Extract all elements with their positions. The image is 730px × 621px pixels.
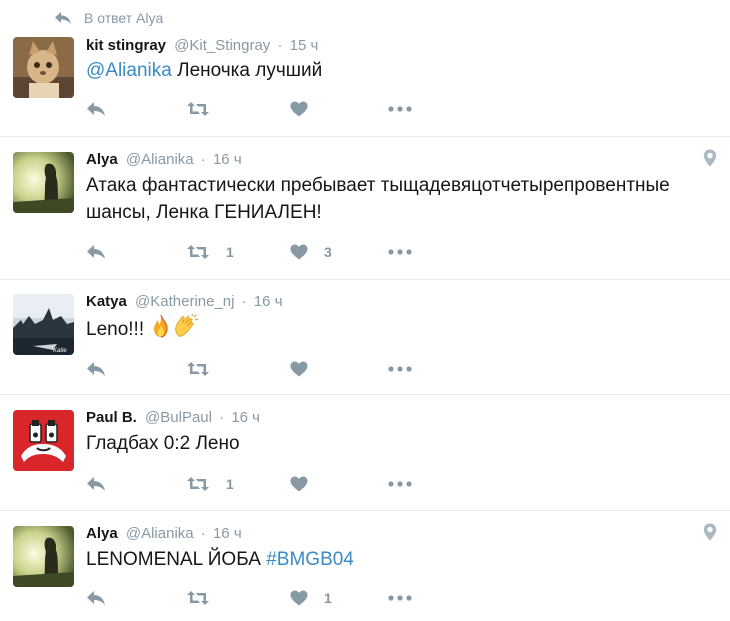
reply-icon bbox=[87, 102, 105, 116]
tweet-actions: 1 3 bbox=[86, 241, 446, 263]
retweet-count: 1 bbox=[226, 476, 234, 492]
location-pin-icon[interactable] bbox=[703, 523, 717, 541]
reply-context-label: В ответ Alya bbox=[84, 10, 164, 26]
reply-button[interactable] bbox=[86, 98, 106, 120]
tweet-actions bbox=[86, 358, 446, 380]
like-count: 3 bbox=[324, 244, 332, 260]
reply-icon bbox=[87, 477, 105, 491]
timestamp[interactable]: 16 ч bbox=[213, 151, 242, 168]
like-button[interactable]: 1 bbox=[290, 587, 332, 609]
heart-icon bbox=[290, 244, 308, 260]
retweet-button[interactable]: 1 bbox=[186, 241, 234, 263]
display-name[interactable]: Alya bbox=[86, 151, 118, 168]
reply-arrow-icon bbox=[55, 12, 71, 24]
like-button[interactable]: 3 bbox=[290, 241, 332, 263]
retweet-icon bbox=[187, 362, 209, 376]
retweet-button[interactable]: 1 bbox=[186, 473, 234, 495]
avatar[interactable] bbox=[13, 526, 74, 587]
display-name[interactable]: Katya bbox=[86, 293, 127, 310]
reply-context[interactable]: В ответ Alya bbox=[54, 8, 163, 28]
tweet-text: Атака фантастически пребывает тыщадевяцо… bbox=[86, 175, 670, 223]
like-button[interactable] bbox=[290, 473, 308, 495]
like-button[interactable] bbox=[290, 358, 308, 380]
display-name[interactable]: kit stingray bbox=[86, 37, 166, 54]
reply-icon bbox=[87, 591, 105, 605]
retweet-button[interactable] bbox=[186, 587, 210, 609]
like-button[interactable] bbox=[290, 98, 308, 120]
heart-icon bbox=[290, 361, 308, 377]
handle[interactable]: @Alianika bbox=[126, 525, 194, 542]
svg-text:Katie: Katie bbox=[53, 348, 67, 354]
tweet-actions: 1 bbox=[86, 587, 446, 609]
timestamp[interactable]: 16 ч bbox=[254, 293, 283, 310]
tweet[interactable]: Katie Katya @Katherine_nj · 16 ч Leno!!! bbox=[0, 280, 730, 394]
more-button[interactable] bbox=[388, 241, 412, 263]
more-button[interactable] bbox=[388, 473, 412, 495]
tweet-actions bbox=[86, 98, 446, 120]
avatar[interactable] bbox=[13, 410, 74, 471]
reply-button[interactable] bbox=[86, 473, 106, 495]
tweet[interactable]: Alya @Alianika · 16 ч Атака фантастическ… bbox=[0, 137, 730, 279]
mention-link[interactable]: @Alianika bbox=[86, 60, 172, 81]
timestamp[interactable]: 16 ч bbox=[231, 409, 260, 426]
retweet-icon bbox=[187, 245, 209, 259]
more-button[interactable] bbox=[388, 358, 412, 380]
more-button[interactable] bbox=[388, 98, 412, 120]
heart-icon bbox=[290, 590, 308, 606]
fire-emoji bbox=[154, 314, 168, 338]
tweet-actions: 1 bbox=[86, 473, 446, 495]
tweet-text: @Alianika Леночка лучший bbox=[86, 60, 323, 81]
reply-button[interactable] bbox=[86, 587, 106, 609]
reply-button[interactable] bbox=[86, 241, 106, 263]
tweet-header: Alya @Alianika · 16 ч bbox=[86, 151, 242, 168]
handle[interactable]: @BulPaul bbox=[145, 409, 212, 426]
handle[interactable]: @Alianika bbox=[126, 151, 194, 168]
more-dots-icon bbox=[388, 249, 412, 255]
tweet-header: Paul B. @BulPaul · 16 ч bbox=[86, 409, 260, 426]
avatar[interactable] bbox=[13, 152, 74, 213]
location-pin-icon[interactable] bbox=[703, 149, 717, 167]
display-name[interactable]: Paul B. bbox=[86, 409, 137, 426]
tweet-text: LENOMENAL ЙОБА #BMGB04 bbox=[86, 549, 354, 570]
tweet[interactable]: Alya @Alianika · 16 ч LENOMENAL ЙОБА #BM… bbox=[0, 511, 730, 621]
handle[interactable]: @Katherine_nj bbox=[135, 293, 234, 310]
tweet[interactable]: kit stingray @Kit_Stingray · 15 ч @Alian… bbox=[0, 30, 730, 136]
timestamp[interactable]: 15 ч bbox=[290, 37, 319, 54]
retweet-button[interactable] bbox=[186, 98, 210, 120]
more-dots-icon bbox=[388, 481, 412, 487]
tweet-text: Leno!!! bbox=[86, 314, 706, 343]
hashtag-link[interactable]: #BMGB04 bbox=[266, 549, 354, 570]
tweet[interactable]: Paul B. @BulPaul · 16 ч Гладбах 0:2 Лено… bbox=[0, 395, 730, 510]
more-dots-icon bbox=[388, 366, 412, 372]
reply-icon bbox=[87, 362, 105, 376]
heart-icon bbox=[290, 476, 308, 492]
retweet-icon bbox=[187, 102, 209, 116]
retweet-icon bbox=[187, 591, 209, 605]
retweet-button[interactable] bbox=[186, 358, 210, 380]
retweet-icon bbox=[187, 477, 209, 491]
more-button[interactable] bbox=[388, 587, 412, 609]
avatar[interactable]: Katie bbox=[13, 294, 74, 355]
reply-button[interactable] bbox=[86, 358, 106, 380]
more-dots-icon bbox=[388, 106, 412, 112]
clapping-hands-emoji bbox=[175, 314, 199, 337]
like-count: 1 bbox=[324, 590, 332, 606]
display-name[interactable]: Alya bbox=[86, 525, 118, 542]
avatar[interactable] bbox=[13, 37, 74, 98]
retweet-count: 1 bbox=[226, 244, 234, 260]
tweet-header: Alya @Alianika · 16 ч bbox=[86, 525, 242, 542]
tweet-text: Гладбах 0:2 Лено bbox=[86, 433, 240, 454]
heart-icon bbox=[290, 101, 308, 117]
handle[interactable]: @Kit_Stingray bbox=[174, 37, 270, 54]
tweet-header: kit stingray @Kit_Stingray · 15 ч bbox=[86, 37, 319, 54]
reply-icon bbox=[87, 245, 105, 259]
more-dots-icon bbox=[388, 595, 412, 601]
tweet-header: Katya @Katherine_nj · 16 ч bbox=[86, 293, 283, 310]
timestamp[interactable]: 16 ч bbox=[213, 525, 242, 542]
